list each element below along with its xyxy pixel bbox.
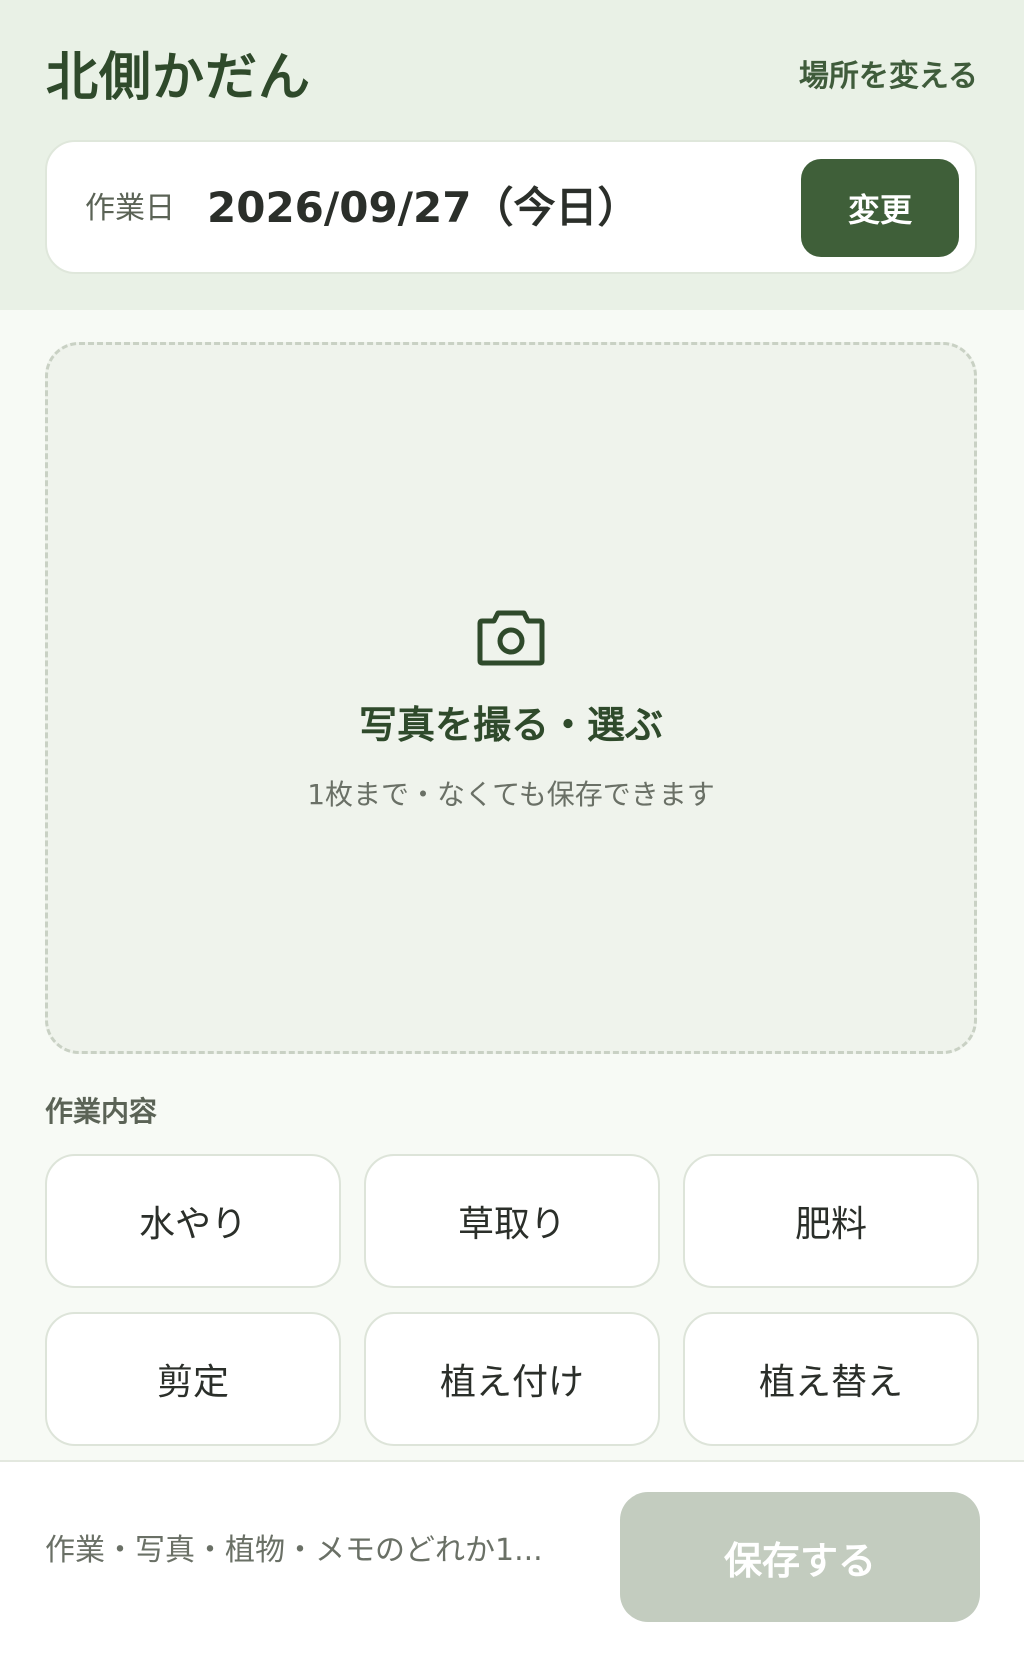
footer-bar: 作業・写真・植物・メモのどれか1... 保存する [0, 1460, 1024, 1660]
change-location-link[interactable]: 場所を変える [799, 52, 978, 102]
page-title: 北側かだん [46, 48, 312, 108]
change-date-button[interactable]: 変更 [801, 159, 959, 257]
task-button-weeding[interactable]: 草取り [364, 1154, 660, 1288]
photo-picker[interactable]: 写真を撮る・選ぶ 1枚まで・なくても保存できます [45, 342, 977, 1054]
header: 北側かだん 場所を変える 作業日 2026/09/27（今日） 変更 [0, 0, 1024, 310]
date-card: 作業日 2026/09/27（今日） 変更 [45, 140, 977, 274]
date-label: 作業日 [85, 191, 175, 226]
task-button-planting[interactable]: 植え付け [364, 1312, 660, 1446]
photo-hint: 1枚まで・なくても保存できます [307, 778, 715, 811]
save-button[interactable]: 保存する [620, 1492, 980, 1622]
task-grid: 水やり 草取り 肥料 剪定 植え付け 植え替え [45, 1154, 979, 1446]
task-button-watering[interactable]: 水やり [45, 1154, 341, 1288]
task-section-label: 作業内容 [45, 1095, 158, 1128]
date-value: 2026/09/27（今日） [207, 183, 640, 232]
task-button-fertilizer[interactable]: 肥料 [683, 1154, 979, 1288]
save-requirement-hint: 作業・写真・植物・メモのどれか1... [45, 1533, 543, 1568]
task-button-repotting[interactable]: 植え替え [683, 1312, 979, 1446]
camera-icon [477, 610, 545, 666]
photo-title: 写真を撮る・選ぶ [358, 703, 663, 747]
task-button-pruning[interactable]: 剪定 [45, 1312, 341, 1446]
